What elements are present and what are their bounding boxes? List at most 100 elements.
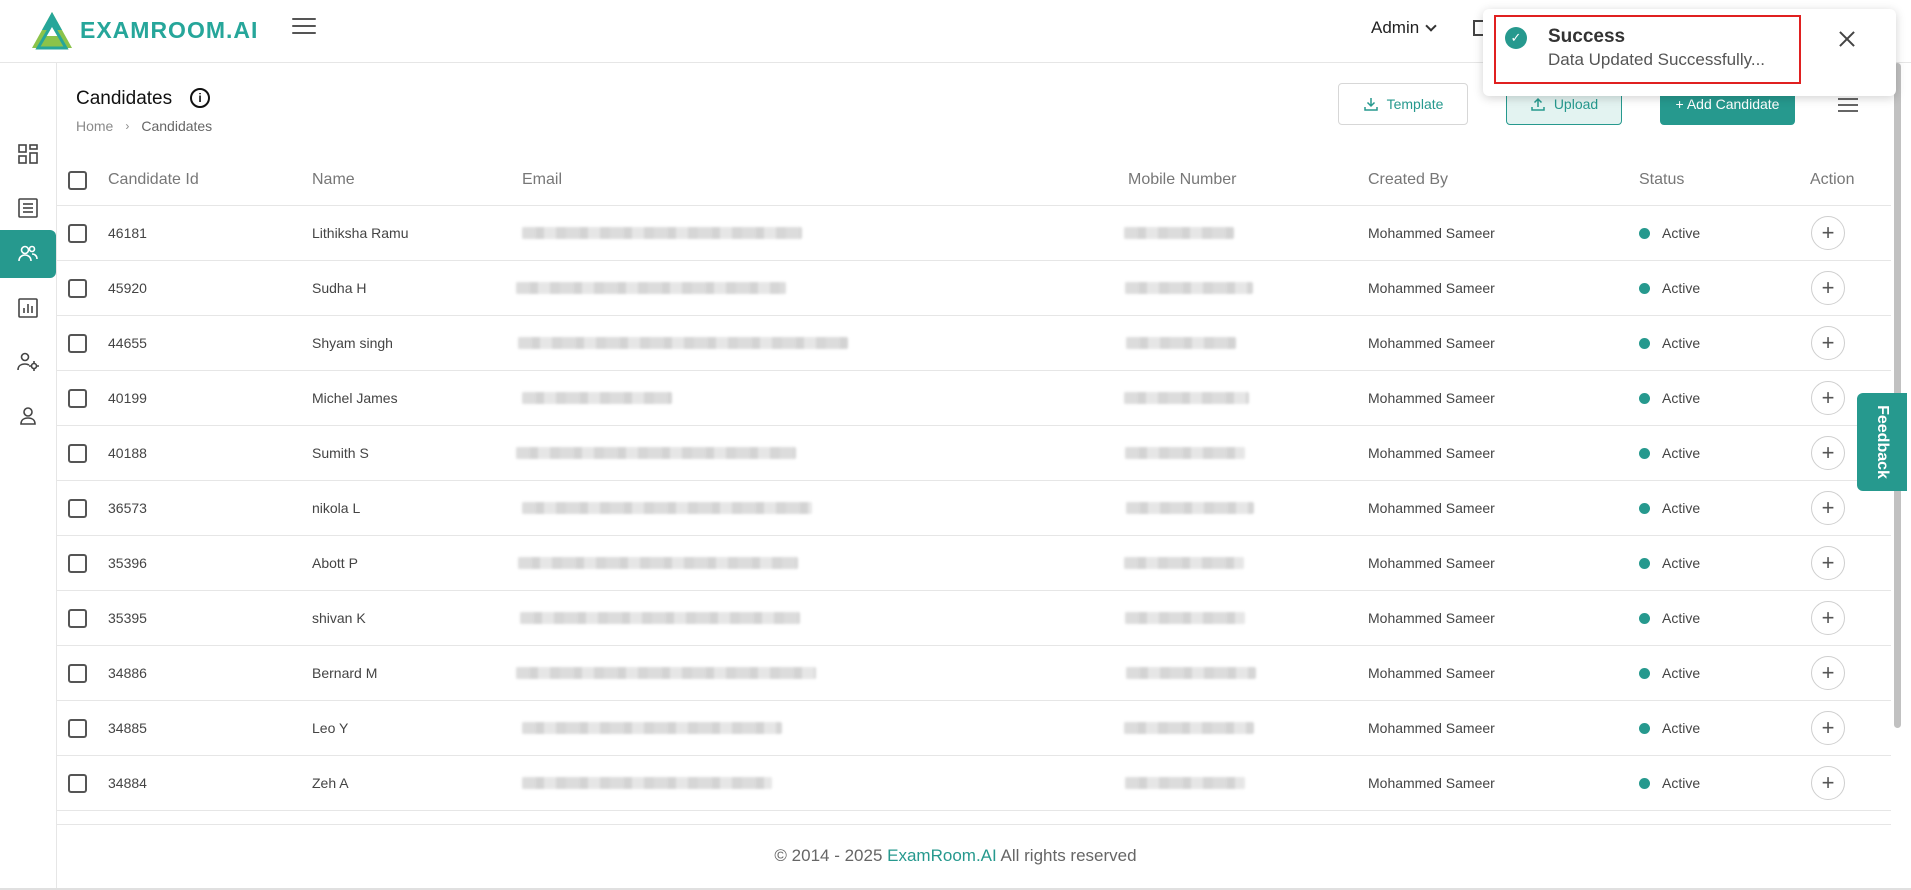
mobile-cell-redacted bbox=[1124, 371, 1249, 425]
candidate-name-cell: Sumith S bbox=[312, 445, 369, 461]
candidate-id-cell: 40199 bbox=[108, 390, 147, 406]
add-action-button[interactable]: + bbox=[1811, 216, 1845, 250]
status-cell: Active bbox=[1639, 701, 1700, 755]
sidebar-item-user-settings[interactable] bbox=[0, 338, 56, 386]
candidate-name-cell: Michel James bbox=[312, 390, 398, 406]
row-checkbox[interactable] bbox=[68, 608, 87, 628]
add-action-button[interactable]: + bbox=[1811, 436, 1845, 470]
add-action-button[interactable]: + bbox=[1811, 491, 1845, 525]
user-settings-icon bbox=[17, 352, 39, 371]
candidate-id-cell: 35395 bbox=[108, 610, 147, 626]
status-label: Active bbox=[1662, 610, 1701, 626]
column-menu-icon[interactable] bbox=[1838, 98, 1858, 116]
email-cell-redacted bbox=[522, 701, 782, 755]
mobile-cell-redacted bbox=[1126, 481, 1254, 535]
row-checkbox[interactable] bbox=[68, 553, 87, 573]
add-action-button[interactable]: + bbox=[1811, 711, 1845, 745]
table-row[interactable]: 34885 Leo Y Mohammed Sameer Active + bbox=[57, 701, 1891, 756]
table-row[interactable]: 35396 Abott P Mohammed Sameer Active + bbox=[57, 536, 1891, 591]
column-header-name[interactable]: Name bbox=[312, 155, 355, 205]
row-checkbox[interactable] bbox=[68, 663, 87, 683]
breadcrumb: Home › Candidates bbox=[76, 118, 212, 134]
row-checkbox[interactable] bbox=[68, 718, 87, 738]
footer-brand-link[interactable]: ExamRoom.AI bbox=[887, 846, 997, 865]
success-toast: ✓ Success Data Updated Successfully... bbox=[1483, 9, 1896, 96]
table-row[interactable]: 45920 Sudha H Mohammed Sameer Active + bbox=[57, 261, 1891, 316]
sidebar-item-profile[interactable] bbox=[0, 392, 56, 440]
table-row[interactable]: 35395 shivan K Mohammed Sameer Active + bbox=[57, 591, 1891, 646]
hamburger-menu-icon[interactable] bbox=[292, 18, 316, 38]
dashboard-icon bbox=[18, 144, 38, 164]
sidebar-item-reports[interactable] bbox=[0, 284, 56, 332]
candidate-id-cell: 46181 bbox=[108, 225, 147, 241]
column-header-mobile[interactable]: Mobile Number bbox=[1128, 155, 1236, 205]
action-cell: + bbox=[1811, 261, 1845, 315]
status-dot-icon bbox=[1639, 282, 1650, 294]
status-cell: Active bbox=[1639, 426, 1700, 480]
footer-divider bbox=[57, 824, 1891, 825]
add-action-button[interactable]: + bbox=[1811, 601, 1845, 635]
row-checkbox[interactable] bbox=[68, 443, 87, 463]
status-dot-icon bbox=[1639, 777, 1650, 789]
column-header-status[interactable]: Status bbox=[1639, 155, 1684, 205]
row-checkbox[interactable] bbox=[68, 498, 87, 518]
template-button[interactable]: Template bbox=[1338, 83, 1468, 125]
add-action-button[interactable]: + bbox=[1811, 766, 1845, 800]
add-action-button[interactable]: + bbox=[1811, 271, 1845, 305]
column-header-email[interactable]: Email bbox=[522, 155, 562, 205]
sidebar-item-candidates[interactable] bbox=[0, 230, 56, 278]
examroom-logo-icon bbox=[32, 12, 72, 50]
table-row[interactable]: 40188 Sumith S Mohammed Sameer Active + bbox=[57, 426, 1891, 481]
candidate-name-cell: Shyam singh bbox=[312, 335, 393, 351]
add-action-button[interactable]: + bbox=[1811, 381, 1845, 415]
user-menu[interactable]: Admin bbox=[1371, 18, 1437, 38]
table-row[interactable]: 44655 Shyam singh Mohammed Sameer Active + bbox=[57, 316, 1891, 371]
candidate-id-cell: 40188 bbox=[108, 445, 147, 461]
breadcrumb-home[interactable]: Home bbox=[76, 118, 113, 134]
row-checkbox[interactable] bbox=[68, 773, 87, 793]
select-all-checkbox[interactable] bbox=[68, 170, 87, 190]
status-cell: Active bbox=[1639, 261, 1700, 315]
table-row[interactable]: 34886 Bernard M Mohammed Sameer Active + bbox=[57, 646, 1891, 701]
info-icon[interactable]: i bbox=[190, 88, 210, 108]
email-cell-redacted bbox=[516, 426, 796, 480]
row-checkbox[interactable] bbox=[68, 223, 87, 243]
page-title: Candidates bbox=[76, 88, 173, 109]
column-header-candidate-id[interactable]: Candidate Id bbox=[108, 155, 199, 205]
row-checkbox[interactable] bbox=[68, 278, 87, 298]
table-row[interactable]: 34884 Zeh A Mohammed Sameer Active + bbox=[57, 756, 1891, 811]
table-row[interactable]: 40199 Michel James Mohammed Sameer Active + bbox=[57, 371, 1891, 426]
add-action-button[interactable]: + bbox=[1811, 656, 1845, 690]
sidebar-item-dashboard[interactable] bbox=[0, 130, 56, 178]
candidate-name-cell: Abott P bbox=[312, 555, 358, 571]
row-checkbox[interactable] bbox=[68, 388, 87, 408]
close-icon[interactable] bbox=[1833, 26, 1861, 54]
email-cell-redacted bbox=[522, 756, 772, 810]
action-cell: + bbox=[1811, 426, 1845, 480]
status-label: Active bbox=[1662, 500, 1701, 516]
feedback-tab[interactable]: Feedback bbox=[1857, 393, 1907, 491]
add-action-button[interactable]: + bbox=[1811, 546, 1845, 580]
sidebar-item-list[interactable] bbox=[0, 184, 56, 232]
email-cell-redacted bbox=[520, 591, 800, 645]
status-label: Active bbox=[1662, 280, 1701, 296]
status-dot-icon bbox=[1639, 557, 1650, 569]
email-cell-redacted bbox=[522, 481, 812, 535]
add-action-button[interactable]: + bbox=[1811, 326, 1845, 360]
action-cell: + bbox=[1811, 206, 1845, 260]
users-icon bbox=[18, 245, 38, 262]
status-dot-icon bbox=[1639, 722, 1650, 734]
candidate-name-cell: Lithiksha Ramu bbox=[312, 225, 409, 241]
table-row[interactable]: 46181 Lithiksha Ramu Mohammed Sameer Active… bbox=[57, 206, 1891, 261]
status-cell: Active bbox=[1639, 316, 1700, 370]
logo[interactable]: EXAMROOM.AI bbox=[30, 10, 258, 50]
column-header-created-by[interactable]: Created By bbox=[1368, 155, 1448, 205]
created-by-cell: Mohammed Sameer bbox=[1368, 390, 1495, 406]
mobile-cell-redacted bbox=[1124, 206, 1234, 260]
table-row[interactable]: 36573 nikola L Mohammed Sameer Active + bbox=[57, 481, 1891, 536]
status-cell: Active bbox=[1639, 536, 1700, 590]
logo-text: EXAMROOM.AI bbox=[80, 16, 259, 43]
row-checkbox[interactable] bbox=[68, 333, 87, 353]
created-by-cell: Mohammed Sameer bbox=[1368, 280, 1495, 296]
upload-button-label: Upload bbox=[1553, 96, 1599, 112]
